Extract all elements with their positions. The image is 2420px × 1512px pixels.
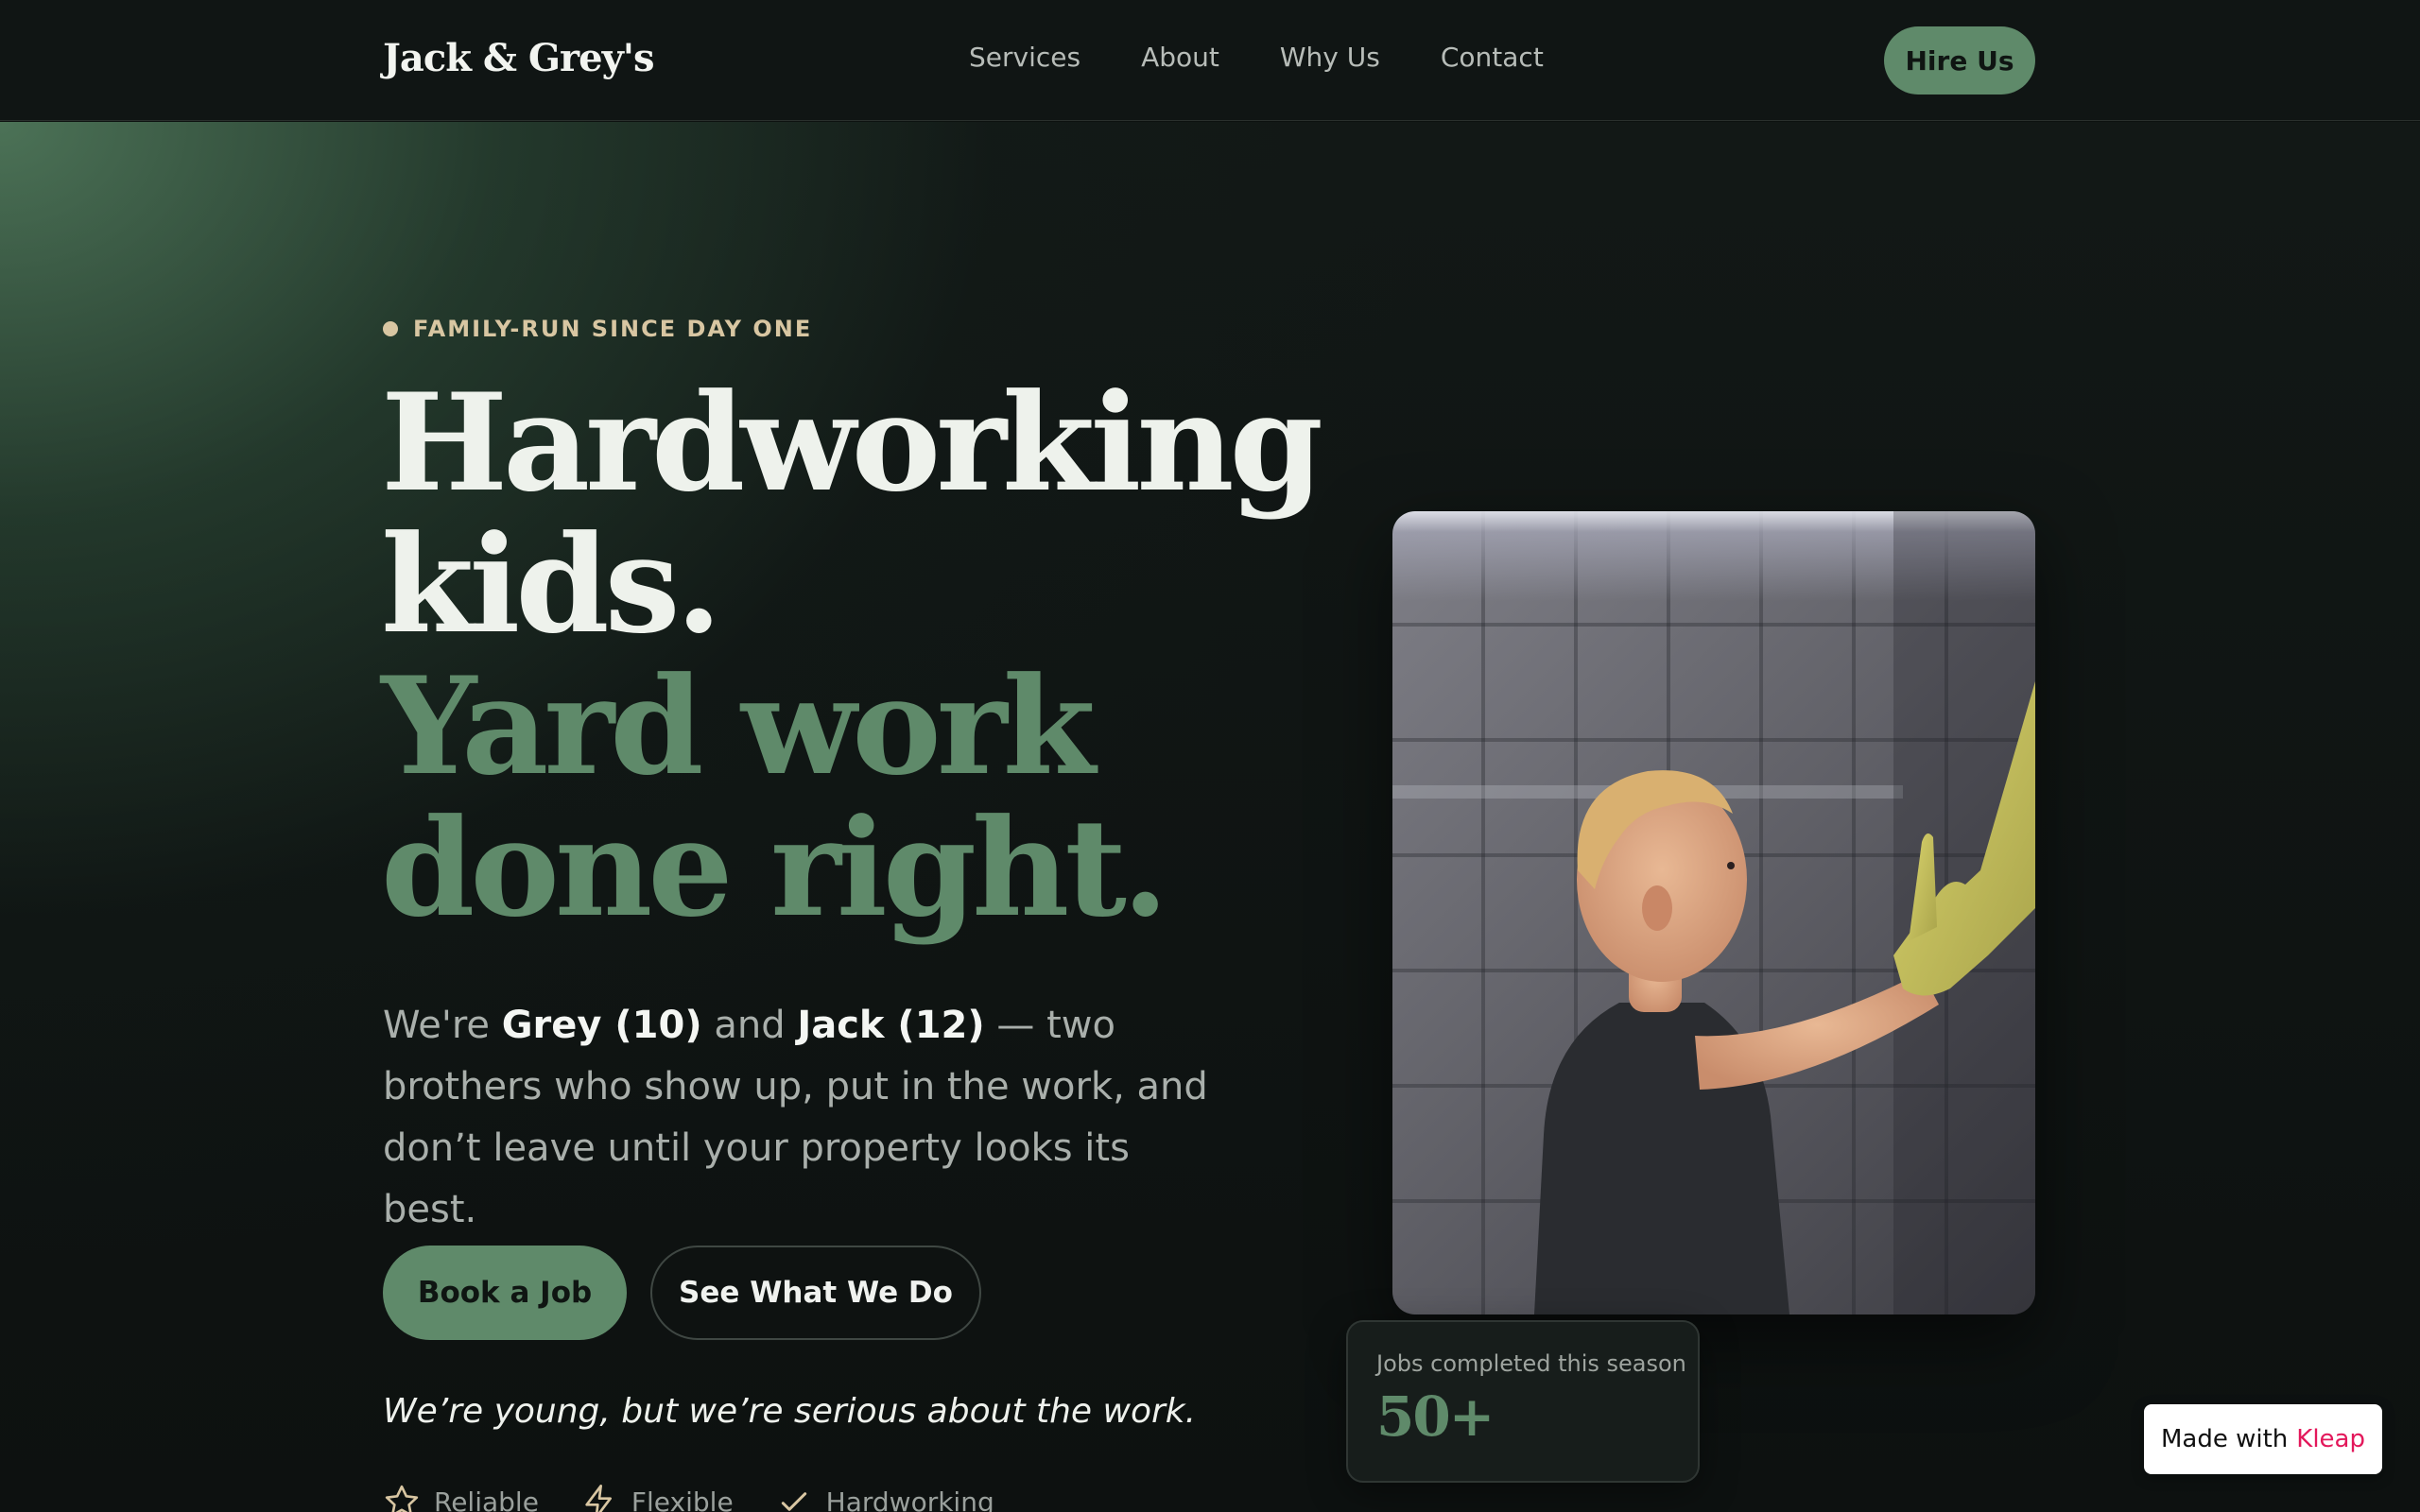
intro-text-1: We're (383, 1004, 502, 1047)
intro-text-2: and (701, 1004, 798, 1047)
made-with-kleap-badge[interactable]: Made with Kleap (2144, 1404, 2382, 1474)
headline-line-2: kids. (381, 507, 722, 663)
stat-label: Jobs completed this season (1376, 1350, 1686, 1377)
nav-links: Services About Why Us Contact (969, 42, 1544, 73)
badge-prefix: Made with (2160, 1425, 2289, 1453)
star-icon (385, 1485, 419, 1512)
headline-line-4: done right. (381, 790, 1168, 947)
intro-name-grey: Grey (10) (501, 1004, 702, 1047)
stat-value: 50+ (1376, 1384, 1495, 1449)
eyebrow-text: FAMILY-RUN SINCE DAY ONE (413, 316, 813, 342)
nav-link-about[interactable]: About (1141, 42, 1219, 73)
trait-reliable: Reliable (383, 1483, 539, 1512)
brand-logo[interactable]: Jack & Grey's (383, 36, 655, 80)
trait-hardworking: Hardworking (775, 1483, 994, 1512)
hero-photo (1392, 511, 2035, 1314)
trait-label-flexible: Flexible (631, 1486, 734, 1512)
hero-headline: Hardworking kids. Yard work done right. (381, 372, 1326, 939)
nav-link-why-us[interactable]: Why Us (1280, 42, 1380, 73)
book-a-job-button[interactable]: Book a Job (383, 1246, 627, 1340)
eyebrow: FAMILY-RUN SINCE DAY ONE (383, 316, 812, 342)
nav-link-contact[interactable]: Contact (1441, 42, 1544, 73)
hero-section: FAMILY-RUN SINCE DAY ONE Hardworking kid… (0, 122, 2420, 1512)
eyebrow-dot-icon (383, 321, 398, 336)
headline-line-1: Hardworking (381, 365, 1323, 522)
nav-link-services[interactable]: Services (969, 42, 1080, 73)
intro-name-jack: Jack (12) (797, 1004, 985, 1047)
trait-label-hardworking: Hardworking (825, 1486, 994, 1512)
top-navbar: Jack & Grey's Services About Why Us Cont… (0, 0, 2420, 121)
trait-flexible: Flexible (580, 1483, 734, 1512)
headline-line-3: Yard work (381, 648, 1096, 805)
hero-intro: We're Grey (10) and Jack (12) — two brot… (383, 995, 1215, 1241)
check-icon (781, 1492, 806, 1511)
boy-cleaning-illustration (1392, 511, 2035, 1314)
see-what-we-do-button[interactable]: See What We Do (650, 1246, 981, 1340)
trait-list: Reliable Flexible Hardworking (383, 1483, 994, 1512)
trait-label-reliable: Reliable (434, 1486, 539, 1512)
badge-brand: Kleap (2296, 1425, 2365, 1453)
lightning-icon (585, 1485, 612, 1512)
jobs-stat-card: Jobs completed this season 50+ (1346, 1320, 1700, 1483)
hire-us-button[interactable]: Hire Us (1884, 26, 2035, 94)
hero-tagline: We’re young, but we’re serious about the… (383, 1392, 1197, 1431)
